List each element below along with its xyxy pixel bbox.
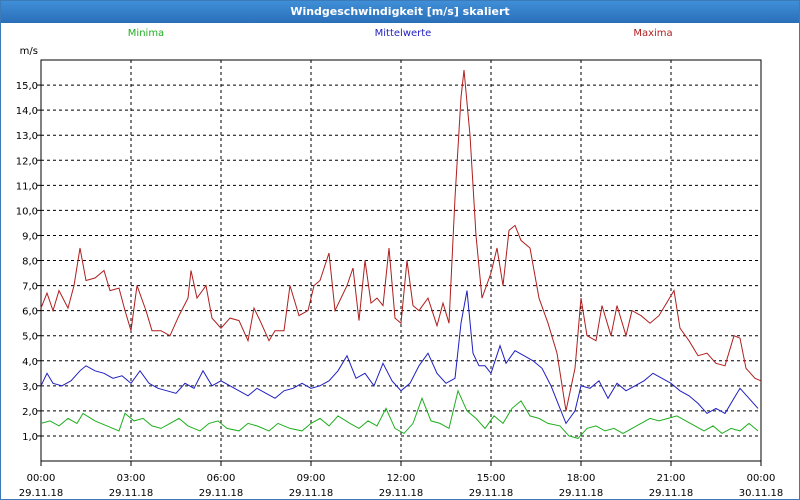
y-tick-label-7: 8,0 [22, 257, 38, 268]
y-tick-label-11: 12,0 [16, 156, 38, 167]
x-tick-time-4: 12:00 [387, 473, 416, 484]
y-axis-label: m/s [20, 46, 38, 57]
x-tick-date-4: 29.11.18 [379, 488, 424, 499]
y-tick-label-13: 14,0 [16, 106, 38, 117]
x-tick-time-5: 15:00 [477, 473, 506, 484]
legend-mittelwerte: Mittelwerte [375, 28, 432, 39]
legend-maxima: Maxima [633, 28, 672, 39]
x-tick-date-2: 29.11.18 [199, 488, 244, 499]
x-tick-date-0: 29.11.18 [19, 488, 64, 499]
x-tick-date-5: 29.11.18 [469, 488, 514, 499]
x-tick-date-6: 29.11.18 [559, 488, 604, 499]
chart-window: Windgeschwindigkeit [m/s] skaliert 1,0 2,… [0, 0, 800, 500]
x-tick-date-3: 29.11.18 [289, 488, 334, 499]
x-tick-date-8: 30.11.18 [739, 488, 784, 499]
y-tick-label-3: 4,0 [22, 357, 38, 368]
grid [41, 60, 761, 461]
y-tick-label-0: 1,0 [22, 432, 38, 443]
y-tick-label-6: 7,0 [22, 282, 38, 293]
y-tick-label-12: 13,0 [16, 131, 38, 142]
x-tick-time-8: 00:00 [747, 473, 776, 484]
series-line-mittelwerte [40, 290, 759, 425]
x-tick-date-1: 29.11.18 [109, 488, 154, 499]
y-tick-label-4: 5,0 [22, 332, 38, 343]
y-tick-label-5: 6,0 [22, 307, 38, 318]
x-tick-time-6: 18:00 [567, 473, 596, 484]
y-tick-label-8: 9,0 [22, 231, 38, 242]
wind-speed-chart: 1,0 2,0 3,0 4,0 5,0 6,0 7,0 8,0 9,0 10,0 11,0 12,0 1… [16, 28, 784, 499]
x-tick-time-1: 03:00 [117, 473, 146, 484]
x-tick-time-7: 21:00 [657, 473, 686, 484]
legend: Minima Mittelwerte Maxima [128, 28, 673, 39]
x-tick-date-7: 29.11.18 [649, 488, 694, 499]
y-tick-label-9: 10,0 [16, 206, 38, 217]
y-tick-labels: 1,0 2,0 3,0 4,0 5,0 6,0 7,0 8,0 9,0 10,0 11,0 12,0 1… [16, 81, 38, 443]
y-tick-label-14: 15,0 [16, 81, 38, 92]
x-tick-time-3: 09:00 [297, 473, 326, 484]
y-tick-label-1: 2,0 [22, 407, 38, 418]
x-tick-time-0: 00:00 [27, 473, 56, 484]
y-tick-label-2: 3,0 [22, 382, 38, 393]
y-tick-label-10: 11,0 [16, 181, 38, 192]
x-tick-labels: 00:00 29.11.18 03:00 29.11.18 06:00 29.11.18 0… [19, 473, 784, 499]
axes [37, 59, 762, 466]
legend-minima: Minima [128, 28, 164, 39]
x-tick-time-2: 06:00 [207, 473, 236, 484]
window-title: Windgeschwindigkeit [m/s] skaliert [1, 1, 799, 23]
series-line-minima [40, 389, 759, 439]
